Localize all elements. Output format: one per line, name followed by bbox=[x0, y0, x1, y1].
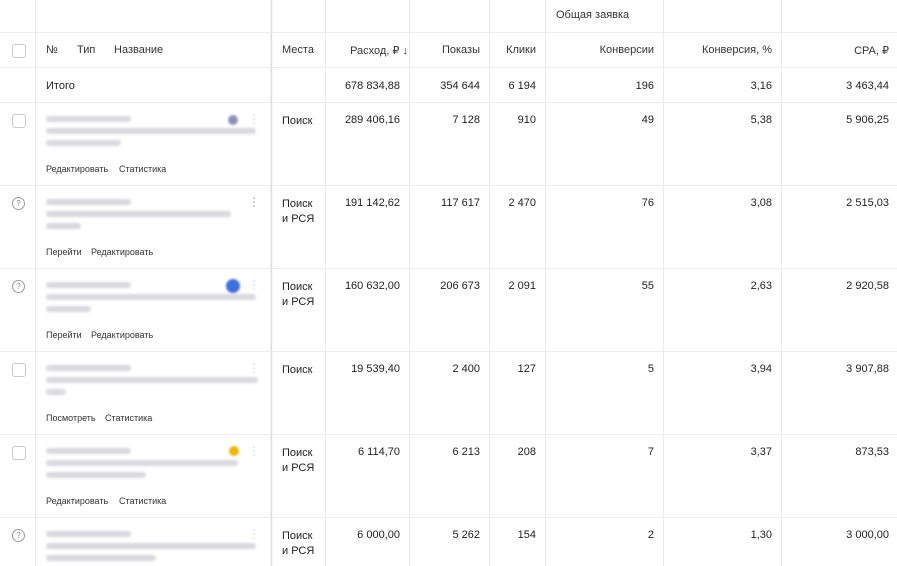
total-impressions: 354 644 bbox=[440, 80, 480, 92]
statistics-link[interactable]: Статистика bbox=[105, 413, 152, 423]
row-expense: 6 114,70 bbox=[357, 446, 400, 458]
help-icon[interactable]: ? bbox=[12, 197, 25, 210]
row-conversions: 7 bbox=[647, 446, 654, 458]
row-conversion-rate: 2,63 bbox=[750, 280, 772, 292]
edit-link[interactable]: Редактировать bbox=[46, 164, 108, 174]
total-clicks: 6 194 bbox=[508, 80, 536, 92]
more-menu-icon[interactable]: ⋮ bbox=[248, 196, 260, 208]
row-places: Поиск и РСЯ bbox=[282, 281, 315, 308]
col-divider bbox=[35, 0, 36, 566]
column-header-number[interactable]: № bbox=[46, 44, 58, 56]
column-header-name[interactable]: Название bbox=[114, 44, 163, 56]
select-all-checkbox[interactable] bbox=[12, 44, 26, 58]
view-link[interactable]: Посмотреть bbox=[46, 413, 96, 423]
row-places: Поиск bbox=[282, 364, 313, 376]
column-header-places[interactable]: Места bbox=[282, 44, 314, 56]
row-cpa: 5 906,25 bbox=[846, 114, 889, 126]
row-cpa: 3 907,88 bbox=[846, 363, 889, 375]
row-clicks: 2 091 bbox=[508, 280, 536, 292]
row-places: Поиск и РСЯ bbox=[282, 198, 315, 225]
row-cpa: 3 000,00 bbox=[846, 529, 889, 541]
row-conversion-rate: 3,08 bbox=[750, 197, 772, 209]
row-checkbox[interactable] bbox=[12, 363, 26, 377]
open-link[interactable]: Перейти bbox=[46, 330, 82, 340]
row-cpa: 873,53 bbox=[855, 446, 889, 458]
more-menu-icon[interactable]: ⋮ bbox=[248, 113, 260, 125]
row-clicks: 208 bbox=[517, 446, 536, 458]
col-divider bbox=[325, 0, 326, 566]
more-menu-icon[interactable]: ⋮ bbox=[248, 445, 260, 457]
statistics-link[interactable]: Статистика bbox=[119, 164, 166, 174]
row-clicks: 127 bbox=[517, 363, 536, 375]
row-impressions: 7 128 bbox=[452, 114, 480, 126]
help-icon[interactable]: ? bbox=[12, 529, 25, 542]
campaign-table: Общая заявка № Тип Название Места Расход… bbox=[0, 0, 897, 566]
column-header-type[interactable]: Тип bbox=[77, 44, 95, 56]
row-expense: 6 000,00 bbox=[357, 529, 400, 541]
row-places: Поиск и РСЯ bbox=[282, 530, 315, 557]
row-impressions: 5 262 bbox=[452, 529, 480, 541]
row-expense: 160 632,00 bbox=[344, 280, 400, 292]
total-conversion-rate: 3,16 bbox=[750, 80, 772, 92]
edit-link[interactable]: Редактировать bbox=[91, 247, 153, 257]
row-checkbox[interactable] bbox=[12, 114, 26, 128]
total-cpa: 3 463,44 bbox=[846, 80, 889, 92]
row-cpa: 2 515,03 bbox=[846, 197, 889, 209]
row-impressions: 117 617 bbox=[441, 197, 480, 209]
campaign-badge-icon bbox=[228, 115, 238, 125]
statistics-link[interactable]: Статистика bbox=[119, 496, 166, 506]
row-places: Поиск и РСЯ bbox=[282, 447, 315, 474]
column-header-impressions[interactable]: Показы bbox=[410, 44, 480, 56]
total-expense: 678 834,88 bbox=[344, 80, 400, 92]
row-conversions: 2 bbox=[647, 529, 654, 541]
row-conversion-rate: 3,94 bbox=[750, 363, 772, 375]
more-menu-icon[interactable]: ⋮ bbox=[248, 279, 260, 291]
column-header-conversion-rate[interactable]: Конверсия, % bbox=[664, 44, 772, 56]
total-label: Итого bbox=[46, 80, 75, 92]
row-expense: 289 406,16 bbox=[344, 114, 400, 126]
column-header-expense[interactable]: Расход, ₽ ↓ bbox=[330, 44, 408, 57]
column-header-conversions[interactable]: Конверсии bbox=[546, 44, 654, 56]
row-conversions: 5 bbox=[647, 363, 654, 375]
row-expense: 191 142,62 bbox=[344, 197, 400, 209]
edit-link[interactable]: Редактировать bbox=[91, 330, 153, 340]
row-conversions: 76 bbox=[641, 197, 654, 209]
row-impressions: 6 213 bbox=[452, 446, 480, 458]
row-impressions: 206 673 bbox=[440, 280, 480, 292]
row-clicks: 2 470 bbox=[508, 197, 536, 209]
sticky-column-shadow bbox=[270, 0, 274, 566]
row-conversion-rate: 3,37 bbox=[750, 446, 772, 458]
row-conversion-rate: 1,30 bbox=[750, 529, 772, 541]
group-header-request: Общая заявка bbox=[556, 9, 630, 21]
row-checkbox[interactable] bbox=[12, 446, 26, 460]
row-cpa: 2 920,58 bbox=[846, 280, 889, 292]
row-conversion-rate: 5,38 bbox=[750, 114, 772, 126]
row-clicks: 154 bbox=[517, 529, 536, 541]
campaign-badge-icon bbox=[226, 279, 240, 293]
row-conversions: 55 bbox=[641, 280, 654, 292]
open-link[interactable]: Перейти bbox=[46, 247, 82, 257]
edit-link[interactable]: Редактировать bbox=[46, 496, 108, 506]
row-impressions: 2 400 bbox=[452, 363, 480, 375]
row-expense: 19 539,40 bbox=[351, 363, 400, 375]
total-conversions: 196 bbox=[635, 80, 654, 92]
row-conversions: 49 bbox=[641, 114, 654, 126]
help-icon[interactable]: ? bbox=[12, 280, 25, 293]
more-menu-icon[interactable]: ⋮ bbox=[248, 528, 260, 540]
row-places: Поиск bbox=[282, 115, 313, 127]
row-clicks: 910 bbox=[517, 114, 536, 126]
more-menu-icon[interactable]: ⋮ bbox=[248, 362, 260, 374]
campaign-badge-icon bbox=[229, 446, 239, 456]
column-header-clicks[interactable]: Клики bbox=[490, 44, 536, 56]
column-header-cpa[interactable]: CPA, ₽ bbox=[782, 44, 889, 57]
